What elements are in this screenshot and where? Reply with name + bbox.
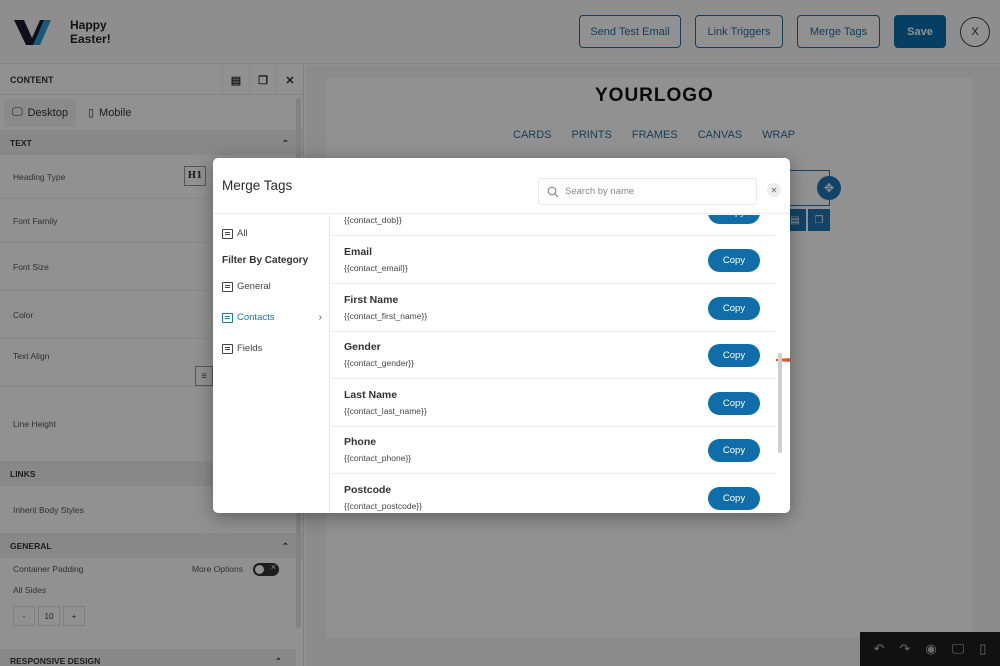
search-field [538, 178, 757, 205]
merge-tag-row: Last Name {{contact_last_name}} Copy [331, 380, 775, 427]
merge-tag-name: Phone [344, 436, 377, 448]
copy-button[interactable]: Copy [708, 344, 760, 367]
copy-button[interactable]: Copy [708, 297, 760, 320]
list-scrollbar[interactable] [778, 353, 782, 453]
category-all-label: All [237, 228, 248, 239]
merge-tag-name: Postcode [344, 484, 392, 496]
filter-by-category-label: Filter By Category [222, 255, 309, 266]
merge-tag-name: Gender [344, 341, 381, 353]
copy-button[interactable]: Copy [708, 439, 760, 462]
merge-tag-code: {{contact_last_name}} [344, 406, 427, 416]
category-contacts-label: Contacts [237, 312, 275, 323]
category-fields-label: Fields [237, 343, 263, 354]
merge-tag-code: {{contact_email}} [344, 263, 408, 273]
merge-tag-name: Last Name [344, 389, 398, 401]
merge-tags-modal: Merge Tags ✕ All Filter By Category Gene… [213, 158, 790, 513]
merge-tag-icon [222, 228, 233, 239]
merge-tag-name: Email [344, 246, 373, 258]
close-modal-button[interactable]: ✕ [767, 183, 781, 197]
merge-tag-list: {{contact_dob}} Copy Email {{contact_ema… [331, 215, 790, 513]
modal-title: Merge Tags [222, 178, 293, 193]
category-general[interactable]: General [222, 281, 322, 292]
copy-button[interactable]: Copy [708, 249, 760, 272]
category-panel: All Filter By Category General Contacts … [213, 215, 330, 513]
merge-tag-row: Phone {{contact_phone}} Copy [331, 427, 775, 474]
category-all[interactable]: All [222, 228, 322, 239]
merge-tag-icon [222, 281, 233, 292]
merge-tag-row: Postcode {{contact_postcode}} Copy [331, 475, 775, 513]
copy-button[interactable]: Copy [708, 392, 760, 415]
category-general-label: General [237, 281, 271, 292]
search-input[interactable] [565, 186, 745, 197]
merge-tag-code: {{contact_first_name}} [344, 311, 428, 321]
merge-tag-name: First Name [344, 294, 399, 306]
merge-tag-row: Gender {{contact_gender}} Copy [331, 332, 775, 379]
category-contacts[interactable]: Contacts › [222, 312, 322, 323]
merge-tag-icon [222, 343, 233, 354]
chevron-right-icon: › [318, 312, 322, 323]
copy-button[interactable]: Copy [708, 215, 760, 224]
merge-tag-code: {{contact_postcode}} [344, 501, 422, 511]
modal-header: Merge Tags ✕ [213, 158, 790, 214]
merge-tag-icon [222, 312, 233, 323]
category-fields[interactable]: Fields [222, 343, 322, 354]
copy-button[interactable]: Copy [708, 487, 760, 510]
merge-tag-code: {{contact_gender}} [344, 358, 414, 368]
merge-tag-row: First Name {{contact_first_name}} Copy [331, 285, 775, 332]
merge-tag-row: Email {{contact_email}} Copy [331, 237, 775, 284]
merge-tag-code: {{contact_dob}} [344, 215, 402, 225]
merge-tag-code: {{contact_phone}} [344, 453, 412, 463]
merge-tag-row: {{contact_dob}} Copy [331, 215, 775, 236]
search-icon [547, 186, 559, 197]
